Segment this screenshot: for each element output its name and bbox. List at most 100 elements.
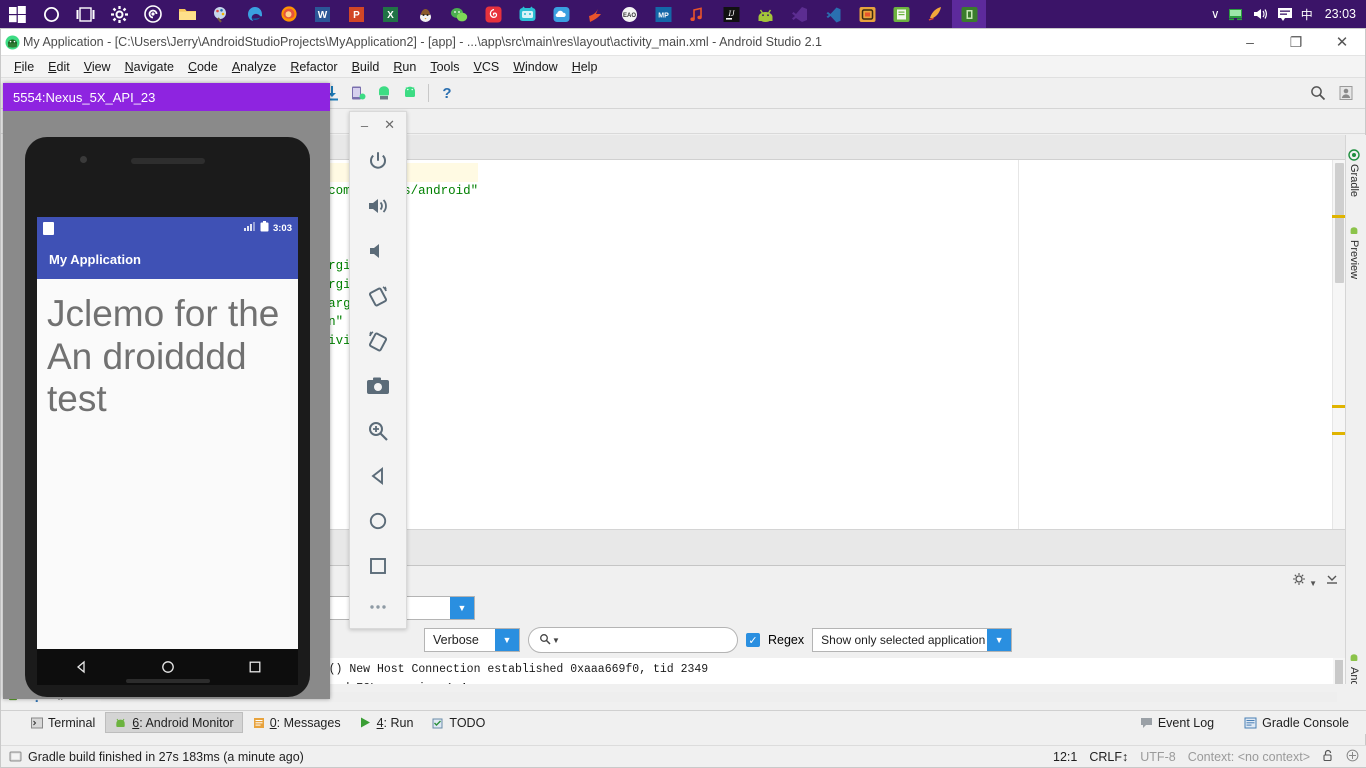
volume-icon[interactable] — [1252, 7, 1269, 21]
inspection-icon[interactable] — [1346, 749, 1359, 765]
menu-item-analyze[interactable]: Analyze — [225, 58, 283, 76]
rotate-right-icon[interactable] — [350, 318, 406, 363]
menu-item-window[interactable]: Window — [506, 58, 564, 76]
android-studio-icon[interactable] — [748, 0, 782, 28]
intellij-idea-icon[interactable]: IJ — [714, 0, 748, 28]
chevron-down-icon[interactable]: ▼ — [450, 597, 474, 619]
scope-filter-selector[interactable]: Show only selected application ▼ — [812, 628, 1013, 652]
regex-checkbox[interactable]: ✓ — [746, 633, 760, 647]
log-level-selector[interactable]: Verbose ▼ — [424, 628, 520, 652]
bilibili-icon[interactable] — [510, 0, 544, 28]
word-icon[interactable]: W — [306, 0, 340, 28]
tool-window-button-todo[interactable]: TODO — [423, 712, 493, 733]
action-center-icon[interactable] — [1277, 7, 1293, 21]
foxmail-icon[interactable] — [408, 0, 442, 28]
power-icon[interactable] — [350, 138, 406, 183]
android-studio-running-icon[interactable] — [952, 0, 986, 28]
powerpoint-icon[interactable]: P — [340, 0, 374, 28]
eao-icon[interactable]: EAO — [612, 0, 646, 28]
tool-window-button-android-monitor[interactable]: 6: Android Monitor — [105, 712, 243, 733]
collapse-icon[interactable] — [1325, 572, 1339, 589]
wechat-icon[interactable] — [442, 0, 476, 28]
ime-indicator[interactable]: 中 — [1301, 6, 1313, 23]
menu-item-tools[interactable]: Tools — [423, 58, 466, 76]
back-icon[interactable] — [73, 659, 89, 675]
music-note-icon[interactable] — [680, 0, 714, 28]
menu-item-view[interactable]: View — [77, 58, 118, 76]
thunder-icon[interactable] — [578, 0, 612, 28]
more-options-icon[interactable] — [350, 588, 406, 626]
windows-start-icon[interactable] — [0, 0, 34, 28]
sublime-icon[interactable] — [850, 0, 884, 28]
rotate-left-icon[interactable] — [350, 273, 406, 318]
sogou-input-icon[interactable] — [918, 0, 952, 28]
maximize-button[interactable]: ❐ — [1273, 29, 1319, 55]
tool-window-button-messages[interactable]: 0: Messages — [245, 712, 349, 733]
tool-window-button-terminal[interactable]: Terminal — [23, 712, 103, 733]
network-icon[interactable] — [1228, 7, 1244, 21]
search-everywhere-icon[interactable] — [1305, 80, 1331, 106]
close-button[interactable]: ✕ — [1319, 29, 1365, 55]
baidu-netdisk-icon[interactable] — [544, 0, 578, 28]
home-icon[interactable] — [350, 498, 406, 543]
tool-window-button-gradle-console[interactable]: Gradle Console — [1236, 712, 1357, 733]
media-player-icon[interactable] — [136, 0, 170, 28]
mp-icon[interactable]: MP — [646, 0, 680, 28]
overview-square-icon[interactable] — [350, 543, 406, 588]
stripe-button-preview[interactable]: Preview — [1346, 219, 1362, 285]
show-hidden-icons-icon[interactable]: ∨ — [1211, 7, 1220, 21]
paint-icon[interactable] — [204, 0, 238, 28]
chevron-down-icon[interactable]: ▼ — [495, 629, 519, 651]
device-screen[interactable]: 3:03 My Application Jclemo for the An dr… — [37, 217, 298, 649]
account-icon[interactable] — [1333, 80, 1359, 106]
context-indicator[interactable]: Context: <no context> — [1188, 750, 1310, 764]
screenshot-camera-icon[interactable] — [350, 363, 406, 408]
menu-item-edit[interactable]: Edit — [41, 58, 77, 76]
file-encoding[interactable]: UTF-8 — [1140, 750, 1175, 764]
stripe-button-gradle[interactable]: Gradle — [1346, 143, 1362, 203]
menu-item-navigate[interactable]: Navigate — [118, 58, 181, 76]
layout-inspector-icon[interactable] — [345, 80, 371, 106]
menu-item-help[interactable]: Help — [565, 58, 605, 76]
chevron-down-icon[interactable]: ▼ — [987, 629, 1012, 651]
editor-vertical-scrollbar[interactable] — [1332, 160, 1345, 529]
help-icon[interactable]: ? — [434, 80, 460, 106]
menu-item-code[interactable]: Code — [181, 58, 225, 76]
recents-icon[interactable] — [247, 659, 263, 675]
emulator-title-bar[interactable]: 5554:Nexus_5X_API_23 — [3, 83, 330, 111]
menu-item-run[interactable]: Run — [386, 58, 423, 76]
volume-down-icon[interactable] — [350, 228, 406, 273]
notepad-icon[interactable] — [884, 0, 918, 28]
line-separator[interactable]: CRLF↕ — [1089, 750, 1128, 764]
volume-up-icon[interactable] — [350, 183, 406, 228]
cortana-icon[interactable] — [34, 0, 68, 28]
menu-item-build[interactable]: Build — [345, 58, 387, 76]
menu-item-file[interactable]: File — [7, 58, 41, 76]
android-device-monitor-icon[interactable] — [371, 80, 397, 106]
tool-window-button-run[interactable]: 4: Run — [351, 712, 422, 733]
file-explorer-icon[interactable] — [170, 0, 204, 28]
gear-icon[interactable]: ▼ — [1292, 572, 1317, 589]
home-icon[interactable] — [160, 659, 176, 675]
firefox-icon[interactable] — [272, 0, 306, 28]
netease-music-icon[interactable] — [476, 0, 510, 28]
caret-position[interactable]: 12:1 — [1053, 750, 1077, 764]
emulator-toolbar-close[interactable]: ✕ — [384, 117, 395, 133]
zoom-in-icon[interactable] — [350, 408, 406, 453]
taskbar-clock[interactable]: 23:03 — [1321, 7, 1360, 21]
unlock-icon[interactable] — [1322, 749, 1334, 765]
log-search-input[interactable]: ▼ — [528, 627, 738, 653]
visual-studio-icon[interactable] — [782, 0, 816, 28]
task-view-icon[interactable] — [68, 0, 102, 28]
android-icon[interactable] — [397, 80, 423, 106]
settings-gear-icon[interactable] — [102, 0, 136, 28]
vscode-icon[interactable] — [816, 0, 850, 28]
editor-scrollbar-thumb[interactable] — [1335, 163, 1344, 283]
menu-item-vcs[interactable]: VCS — [467, 58, 507, 76]
menu-item-refactor[interactable]: Refactor — [283, 58, 344, 76]
back-icon[interactable] — [350, 453, 406, 498]
edge-browser-icon[interactable] — [238, 0, 272, 28]
tool-window-button-event-log[interactable]: Event Log — [1132, 712, 1222, 733]
emulator-toolbar-minimize[interactable]: – — [361, 118, 368, 133]
minimize-button[interactable]: – — [1227, 29, 1273, 55]
